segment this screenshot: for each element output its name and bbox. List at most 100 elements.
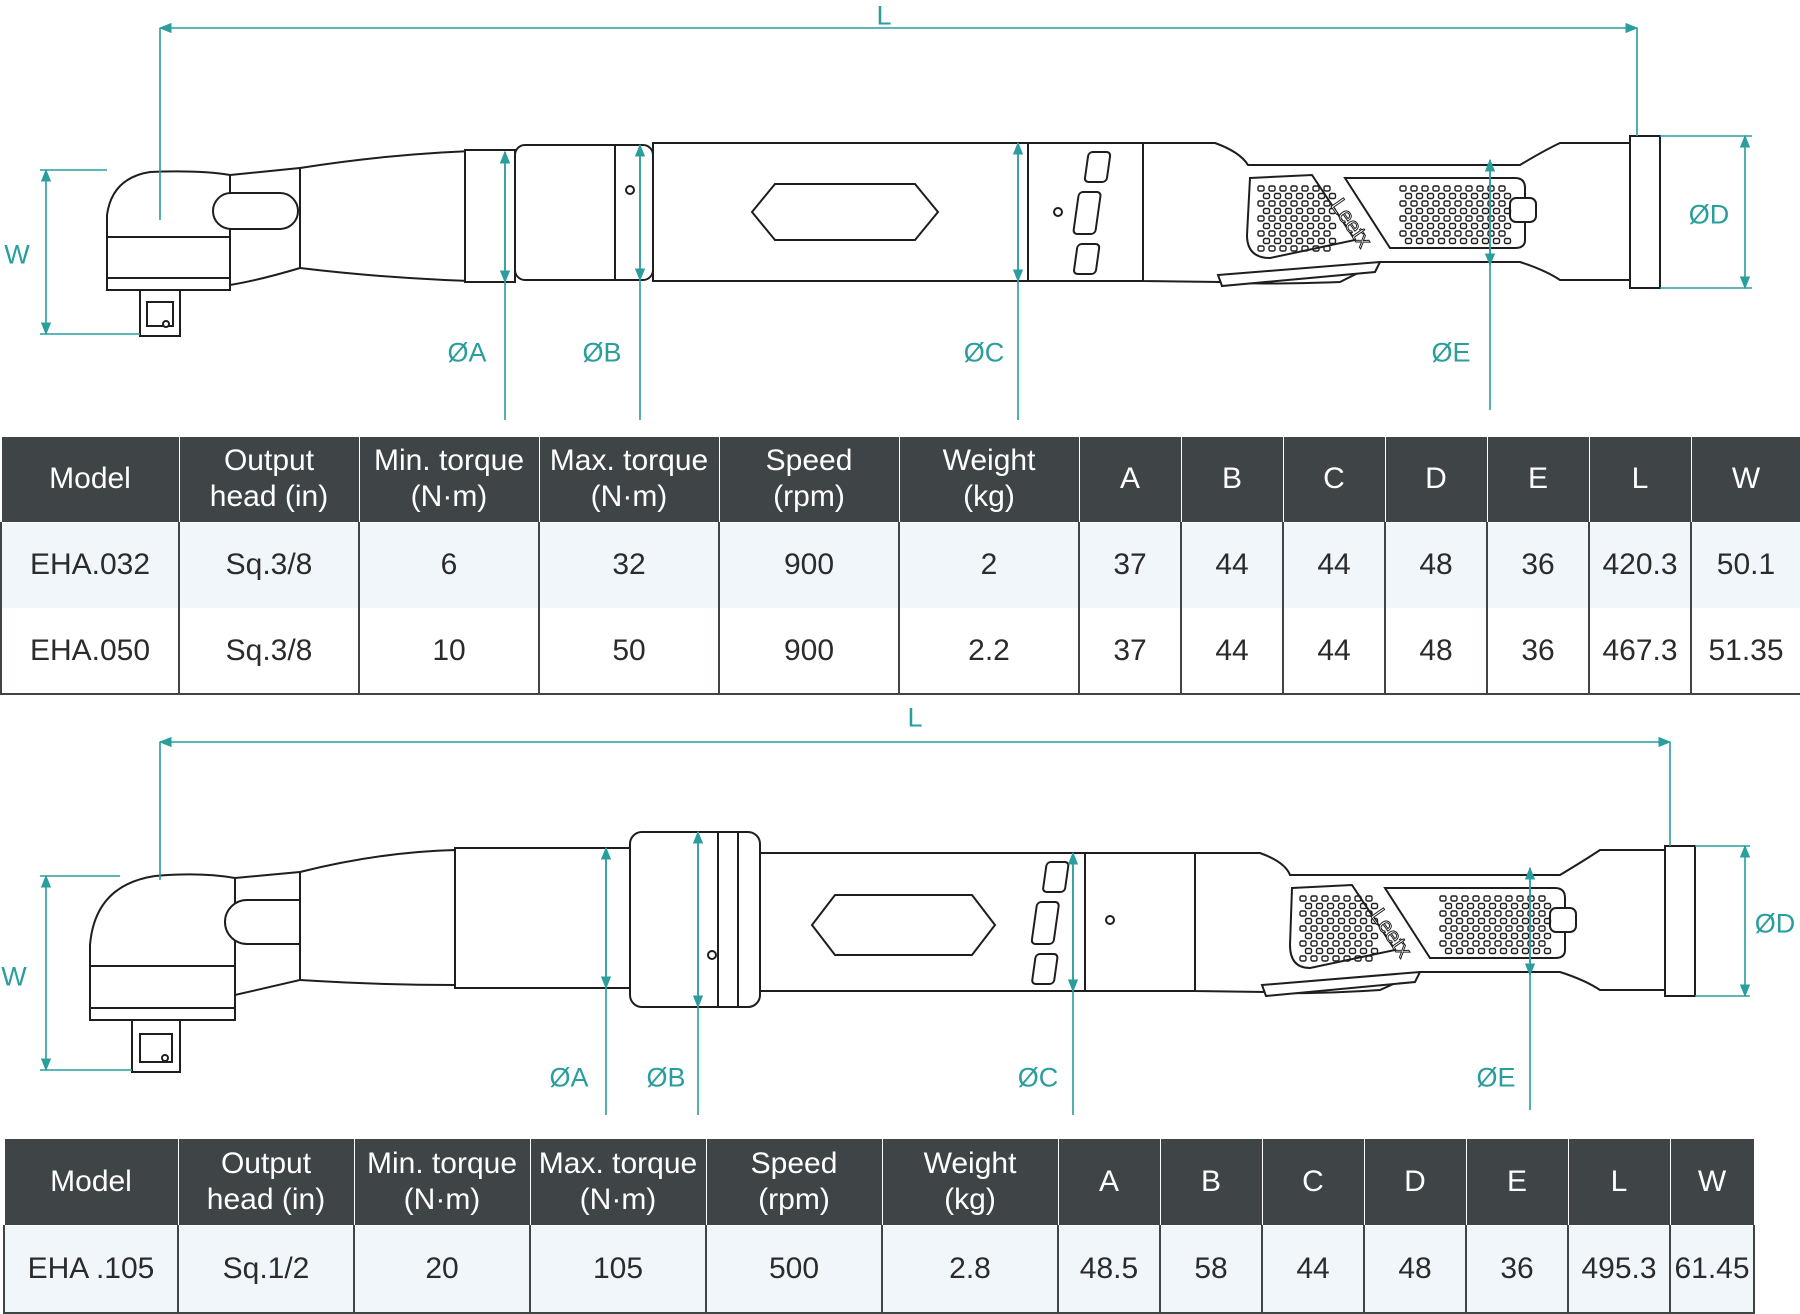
table-cell: 500 bbox=[706, 1225, 882, 1313]
table-cell: 420.3 bbox=[1589, 522, 1691, 608]
header-text: D bbox=[1386, 461, 1487, 497]
header-cell: Model bbox=[4, 1139, 178, 1225]
dim-label-W-2: W bbox=[1, 964, 26, 991]
header-cell: Outputhead (in) bbox=[178, 1139, 354, 1225]
table-cell: 58 bbox=[1160, 1225, 1262, 1313]
tool-drawing-2 bbox=[90, 832, 1695, 1072]
header-cell: Outputhead (in) bbox=[179, 437, 359, 522]
display-window-1 bbox=[752, 184, 938, 240]
header-text: B bbox=[1182, 461, 1283, 497]
header-text: (rpm) bbox=[720, 479, 899, 515]
dim-label-A-1: ØA bbox=[447, 340, 486, 367]
header-cell: Min. torque(N·m) bbox=[359, 437, 539, 522]
header-text: E bbox=[1488, 461, 1589, 497]
header-text: (N·m) bbox=[531, 1182, 706, 1218]
header-cell: A bbox=[1079, 437, 1181, 522]
header-cell: Speed(rpm) bbox=[706, 1139, 882, 1225]
header-text: Speed bbox=[707, 1146, 882, 1182]
dim-label-W-1: W bbox=[4, 242, 29, 269]
header-text: W bbox=[1671, 1164, 1754, 1200]
header-text: B bbox=[1161, 1164, 1262, 1200]
dim-label-L-2: L bbox=[907, 705, 922, 732]
table-cell: 44 bbox=[1181, 522, 1283, 608]
header-cell: Weight(kg) bbox=[899, 437, 1079, 522]
table-cell: 44 bbox=[1283, 608, 1385, 694]
header-cell: L bbox=[1568, 1139, 1670, 1225]
table-cell: 37 bbox=[1079, 522, 1181, 608]
header-text: (N·m) bbox=[355, 1182, 530, 1218]
table-cell: 467.3 bbox=[1589, 608, 1691, 694]
header-text: (kg) bbox=[900, 479, 1079, 515]
header-text: W bbox=[1692, 461, 1800, 497]
header-cell: D bbox=[1385, 437, 1487, 522]
header-text: Output bbox=[179, 1146, 354, 1182]
table-cell: 48.5 bbox=[1058, 1225, 1160, 1313]
table-cell: Sq.3/8 bbox=[179, 522, 359, 608]
table-cell: 48 bbox=[1385, 608, 1487, 694]
table-cell: 900 bbox=[719, 522, 899, 608]
table-cell: Sq.3/8 bbox=[179, 608, 359, 694]
end-cap-2 bbox=[1665, 846, 1695, 996]
header-text: Min. torque bbox=[355, 1146, 530, 1182]
table-cell: 36 bbox=[1487, 522, 1589, 608]
header-text: (N·m) bbox=[540, 479, 719, 515]
dim-label-D-2: ØD bbox=[1755, 911, 1796, 938]
dim-label-E-2: ØE bbox=[1476, 1065, 1515, 1092]
header-cell: E bbox=[1487, 437, 1589, 522]
table-cell: EHA .105 bbox=[4, 1225, 178, 1313]
display-window-2 bbox=[812, 895, 995, 955]
header-cell: Weight(kg) bbox=[882, 1139, 1058, 1225]
dim-label-C-1: ØC bbox=[964, 340, 1005, 367]
table-cell: 105 bbox=[530, 1225, 706, 1313]
header-text: (kg) bbox=[883, 1182, 1058, 1218]
table-cell: 61.45 bbox=[1670, 1225, 1754, 1313]
header-cell: Model bbox=[1, 437, 179, 522]
header-cell: Speed(rpm) bbox=[719, 437, 899, 522]
table-cell: 900 bbox=[719, 608, 899, 694]
table-cell: 44 bbox=[1283, 522, 1385, 608]
table-cell: 48 bbox=[1364, 1225, 1466, 1313]
header-text: head (in) bbox=[179, 1182, 354, 1218]
header-cell: B bbox=[1181, 437, 1283, 522]
table-row: EHA .105Sq.1/2201055002.848.558444836495… bbox=[4, 1225, 1754, 1313]
table-cell: 2.2 bbox=[899, 608, 1079, 694]
dim-label-B-2: ØB bbox=[646, 1065, 685, 1092]
header-text: Weight bbox=[883, 1146, 1058, 1182]
table-cell: EHA.050 bbox=[1, 608, 179, 694]
table-cell: 495.3 bbox=[1568, 1225, 1670, 1313]
header-cell: D bbox=[1364, 1139, 1466, 1225]
table-cell: 32 bbox=[539, 522, 719, 608]
header-cell: L bbox=[1589, 437, 1691, 522]
table-cell: 6 bbox=[359, 522, 539, 608]
header-text: Model bbox=[2, 461, 179, 497]
spec-table-2: ModelOutputhead (in)Min. torque(N·m)Max.… bbox=[3, 1139, 1755, 1314]
table-cell: 44 bbox=[1181, 608, 1283, 694]
header-cell: Max. torque(N·m) bbox=[539, 437, 719, 522]
table-cell: 44 bbox=[1262, 1225, 1364, 1313]
table-cell: 10 bbox=[359, 608, 539, 694]
table-cell: Sq.1/2 bbox=[178, 1225, 354, 1313]
table-cell: EHA.032 bbox=[1, 522, 179, 608]
header-text: Max. torque bbox=[531, 1146, 706, 1182]
table-cell: 48 bbox=[1385, 522, 1487, 608]
header-text: Min. torque bbox=[360, 443, 539, 479]
header-cell: A bbox=[1058, 1139, 1160, 1225]
spec-table-1: ModelOutputhead (in)Min. torque(N·m)Max.… bbox=[0, 437, 1800, 695]
dim-label-D-1: ØD bbox=[1689, 202, 1730, 229]
header-text: head (in) bbox=[180, 479, 359, 515]
dim-label-E-1: ØE bbox=[1431, 340, 1470, 367]
header-text: Speed bbox=[720, 443, 899, 479]
header-text: C bbox=[1263, 1164, 1364, 1200]
header-cell: W bbox=[1691, 437, 1800, 522]
dim-label-A-2: ØA bbox=[549, 1065, 588, 1092]
dim-label-L-1: L bbox=[876, 3, 891, 30]
table-cell: 51.35 bbox=[1691, 608, 1800, 694]
header-text: A bbox=[1059, 1164, 1160, 1200]
header-text: (rpm) bbox=[707, 1182, 882, 1218]
header-text: A bbox=[1080, 461, 1181, 497]
table-row: EHA.050Sq.3/810509002.23744444836467.351… bbox=[1, 608, 1800, 694]
header-cell: C bbox=[1283, 437, 1385, 522]
header-cell: W bbox=[1670, 1139, 1754, 1225]
table-cell: 20 bbox=[354, 1225, 530, 1313]
table-cell: 36 bbox=[1466, 1225, 1568, 1313]
